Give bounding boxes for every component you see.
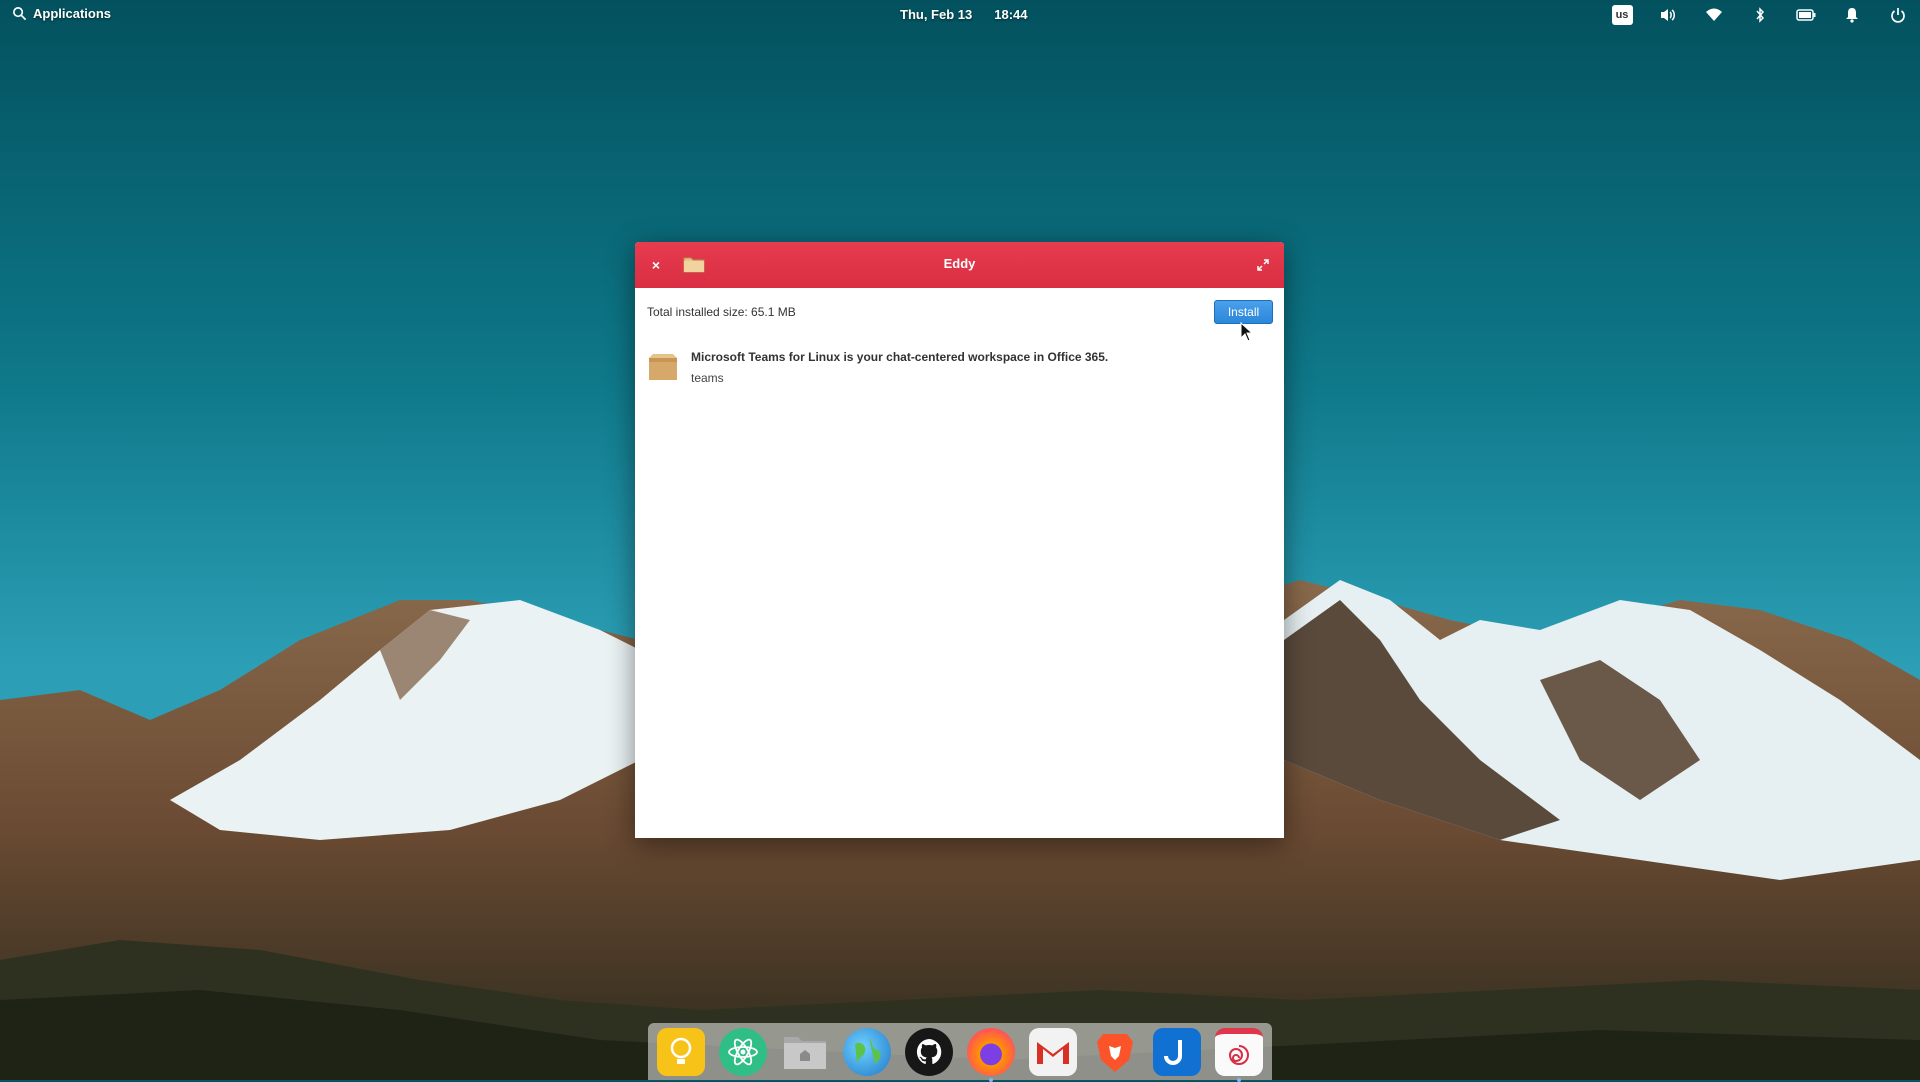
- search-icon: [13, 7, 27, 21]
- applications-label: Applications: [33, 6, 112, 21]
- dock: [648, 1023, 1272, 1082]
- battery-icon[interactable]: [1794, 4, 1818, 26]
- eddy-window: × Eddy Total installed size: 65.1 MB Ins…: [635, 242, 1284, 838]
- datetime-indicator[interactable]: Thu, Feb 13 18:44: [900, 7, 1027, 22]
- files-icon[interactable]: [781, 1028, 829, 1076]
- top-panel: Applications Thu, Feb 13 18:44 us: [0, 0, 1920, 30]
- maximize-icon[interactable]: [1252, 254, 1274, 276]
- package-icon: [649, 354, 677, 380]
- github-icon[interactable]: [905, 1027, 953, 1076]
- volume-icon[interactable]: [1656, 4, 1680, 26]
- install-button[interactable]: Install: [1214, 300, 1273, 324]
- window-title: Eddy: [943, 256, 976, 271]
- total-installed-size: Total installed size: 65.1 MB: [647, 305, 796, 319]
- eddy-icon[interactable]: [1215, 1027, 1263, 1082]
- notification-bell-icon[interactable]: [1840, 4, 1864, 26]
- applications-menu[interactable]: Applications: [12, 6, 111, 21]
- date-label: Thu, Feb 13: [900, 7, 973, 22]
- ideas-app-icon[interactable]: [657, 1027, 705, 1076]
- atom-icon[interactable]: [719, 1027, 767, 1076]
- system-indicators: us: [1610, 4, 1910, 26]
- firefox-icon[interactable]: [967, 1027, 1015, 1082]
- bluetooth-icon[interactable]: [1748, 4, 1772, 26]
- package-name: teams: [691, 371, 724, 385]
- web-browser-icon[interactable]: [843, 1027, 891, 1076]
- gmail-icon[interactable]: [1029, 1027, 1077, 1076]
- wifi-icon[interactable]: [1702, 4, 1726, 26]
- window-titlebar[interactable]: × Eddy: [635, 242, 1284, 288]
- joplin-icon[interactable]: [1153, 1027, 1201, 1076]
- package-description: Microsoft Teams for Linux is your chat-c…: [691, 350, 1109, 364]
- keyboard-layout-label: us: [1611, 5, 1633, 25]
- keyboard-layout-indicator[interactable]: us: [1610, 4, 1634, 26]
- brave-icon[interactable]: [1091, 1028, 1139, 1076]
- time-label: 18:44: [994, 7, 1028, 22]
- power-icon[interactable]: [1886, 4, 1910, 26]
- package-list-item[interactable]: Microsoft Teams for Linux is your chat-c…: [647, 350, 1108, 385]
- mouse-pointer-icon: [1240, 322, 1254, 342]
